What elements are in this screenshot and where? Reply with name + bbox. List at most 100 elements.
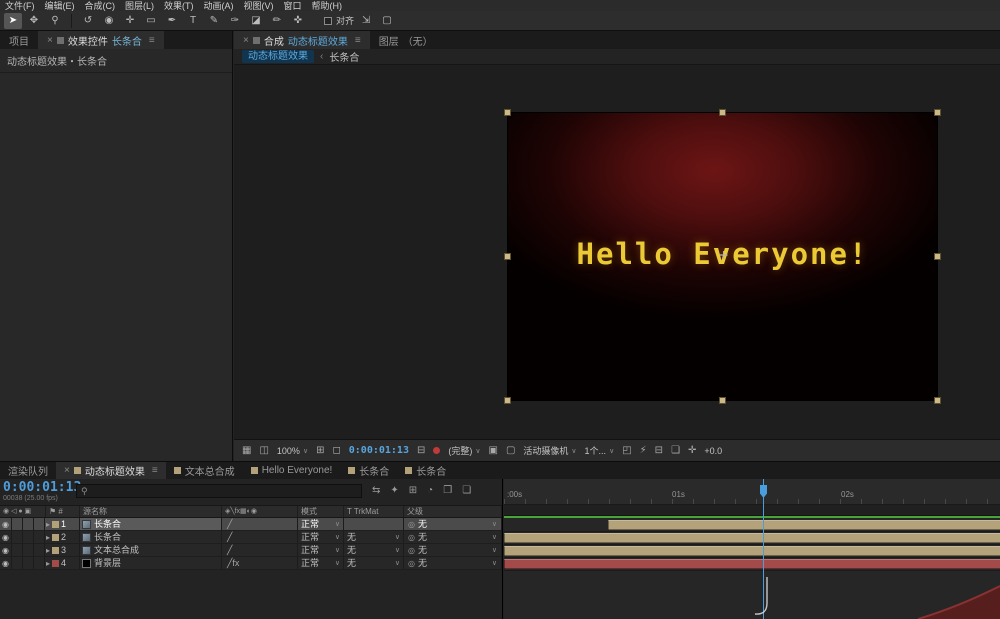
blend-mode-dropdown[interactable]: 正常 ∨ — [298, 531, 344, 543]
timeline-button-icon[interactable]: ⊟ — [655, 445, 663, 456]
trkmat-dropdown[interactable]: 无 ∨ — [344, 544, 404, 556]
visibility-eye-icon[interactable]: ◉ — [0, 531, 12, 543]
pixel-aspect-icon[interactable]: ◰ — [622, 445, 631, 456]
mask-visibility-icon[interactable]: ◻ — [332, 445, 340, 456]
layer-switches[interactable]: ╱ — [222, 518, 298, 530]
layer-switches[interactable]: ╱ — [222, 544, 298, 556]
tab-project[interactable]: 项目 — [0, 31, 38, 49]
resolution-dropdown[interactable]: (完整) ∨ — [448, 444, 480, 457]
magnification-dropdown[interactable]: 100% ∨ — [277, 446, 308, 456]
zoom-tool-icon[interactable]: ⚲ — [46, 13, 64, 29]
fast-previews-icon[interactable]: ⚡ — [640, 445, 647, 456]
parent-dropdown[interactable]: ◎ 无 ∨ — [404, 531, 502, 543]
shape-tool-icon[interactable]: ▭ — [142, 13, 160, 29]
track-row[interactable] — [504, 545, 1000, 558]
parent-dropdown[interactable]: ◎ 无 ∨ — [404, 544, 502, 556]
selection-handle[interactable] — [504, 109, 511, 116]
show-channel-icon[interactable] — [433, 447, 441, 454]
pickwhip-icon[interactable]: ◎ — [408, 532, 415, 543]
layer-row[interactable]: ◉ ▸ 3 文本总合成 ╱ 正常 ∨ 无 ∨ ◎ 无 ∨ — [0, 544, 502, 557]
close-icon[interactable]: × — [243, 35, 249, 46]
visibility-eye-icon[interactable]: ◉ — [0, 557, 12, 569]
transparency-grid-icon[interactable]: ▢ — [506, 445, 515, 456]
exposure-value[interactable]: +0.0 — [704, 446, 722, 456]
anchor-point-icon[interactable]: ✛ — [719, 249, 728, 262]
trkmat-dropdown[interactable]: 无 ∨ — [344, 557, 404, 569]
layer-name-cell[interactable]: 文本总合成 — [80, 544, 222, 556]
tab-layer-viewer[interactable]: 图层 （无） — [370, 31, 442, 49]
reset-exposure-icon[interactable]: ✛ — [688, 445, 696, 456]
pickwhip-icon[interactable]: ◎ — [408, 558, 415, 569]
audio-toggle[interactable] — [12, 518, 23, 530]
pen-tool-icon[interactable]: ✒ — [163, 13, 181, 29]
breadcrumb-comp[interactable]: 动态标题效果 — [242, 50, 314, 63]
primary-viewer-icon[interactable]: ◫ — [259, 445, 268, 456]
puppet-pin-tool-icon[interactable]: ✜ — [289, 13, 307, 29]
twirl-icon[interactable]: ▸ — [46, 545, 50, 556]
region-of-interest-icon[interactable]: ▣ — [489, 445, 498, 456]
mode-header[interactable]: 模式 — [298, 506, 344, 517]
layer-duration-bar[interactable] — [608, 520, 1000, 530]
layer-name-cell[interactable]: 长条合 — [80, 531, 222, 543]
solo-toggle[interactable] — [23, 518, 34, 530]
brush-tool-icon[interactable]: ✎ — [205, 13, 223, 29]
panel-menu-icon[interactable]: ≡ — [152, 465, 158, 476]
tab-comp-bar-2[interactable]: 长条合 — [397, 462, 454, 479]
selection-handle[interactable] — [934, 397, 941, 404]
layer-name-cell[interactable]: 长条合 — [80, 518, 222, 530]
layer-switches[interactable]: ╱fx — [222, 557, 298, 569]
snapping-icon[interactable]: ▢ — [378, 13, 396, 29]
camera-dropdown[interactable]: 活动摄像机 ∨ — [523, 444, 576, 457]
label-color-chip[interactable] — [52, 533, 60, 541]
tab-comp-active[interactable]: × 动态标题效果 ≡ — [56, 462, 166, 479]
viewer-timecode[interactable]: 0:00:01:13 — [349, 445, 409, 456]
solo-toggle[interactable] — [23, 544, 34, 556]
selection-handle[interactable] — [504, 252, 511, 260]
track-row[interactable] — [504, 558, 1000, 571]
tab-comp-text-main[interactable]: 文本总合成 — [166, 462, 243, 479]
selection-handle[interactable] — [504, 397, 511, 404]
layer-duration-bar[interactable] — [504, 533, 1000, 543]
track-row[interactable] — [504, 532, 1000, 545]
close-icon[interactable]: × — [64, 465, 70, 476]
selection-handle[interactable] — [934, 252, 941, 260]
roto-brush-tool-icon[interactable]: ✏ — [268, 13, 286, 29]
pickwhip-icon[interactable]: ◎ — [408, 545, 415, 556]
track-row[interactable] — [504, 519, 1000, 532]
source-name-header[interactable]: 源名称 — [80, 506, 222, 517]
trkmat-dropdown[interactable]: 无 ∨ — [344, 531, 404, 543]
selection-handle[interactable] — [934, 109, 941, 116]
lock-toggle[interactable] — [34, 544, 45, 556]
time-ruler[interactable]: :00s 01s 02s — [504, 479, 1000, 505]
tab-composition[interactable]: × 合成 动态标题效果 ≡ — [234, 31, 370, 49]
frame-blend-icon[interactable]: ◔ — [427, 485, 433, 496]
work-area-bar[interactable] — [504, 516, 1000, 518]
composition-viewport[interactable]: Hello Everyone! ✛ — [234, 65, 1000, 439]
label-color-chip[interactable] — [52, 546, 60, 554]
hand-tool-icon[interactable]: ✥ — [25, 13, 43, 29]
solo-toggle[interactable] — [23, 557, 34, 569]
layer-duration-bar[interactable] — [504, 546, 1000, 556]
draft-3d-icon[interactable]: ✦ — [390, 485, 398, 496]
lock-toggle[interactable] — [34, 518, 45, 530]
selection-handle[interactable] — [718, 109, 726, 116]
align-checkbox[interactable] — [324, 16, 332, 25]
twirl-icon[interactable]: ▸ — [46, 558, 50, 569]
lock-toggle[interactable] — [34, 557, 45, 569]
audio-toggle[interactable] — [12, 544, 23, 556]
layer-row[interactable]: ◉ ▸ 2 长条合 ╱ 正常 ∨ 无 ∨ ◎ 无 ∨ — [0, 531, 502, 544]
snapshot-icon[interactable]: ⊟ — [417, 445, 425, 456]
blend-mode-dropdown[interactable]: 正常 ∨ — [298, 557, 344, 569]
eraser-tool-icon[interactable]: ◪ — [247, 13, 265, 29]
blend-mode-dropdown[interactable]: 正常 ∨ — [298, 544, 344, 556]
selection-tool-icon[interactable]: ➤ — [4, 12, 22, 29]
clone-stamp-tool-icon[interactable]: ✑ — [226, 13, 244, 29]
twirl-icon[interactable]: ▸ — [46, 532, 50, 543]
audio-toggle[interactable] — [12, 557, 23, 569]
close-icon[interactable]: × — [47, 35, 53, 46]
type-tool-icon[interactable]: T — [184, 13, 202, 29]
layer-duration-bar[interactable] — [504, 559, 1000, 569]
twirl-icon[interactable]: ▸ — [46, 519, 50, 530]
blend-mode-dropdown[interactable]: 正常 ∨ — [298, 518, 344, 530]
layer-name-cell[interactable]: 背景层 — [80, 557, 222, 569]
